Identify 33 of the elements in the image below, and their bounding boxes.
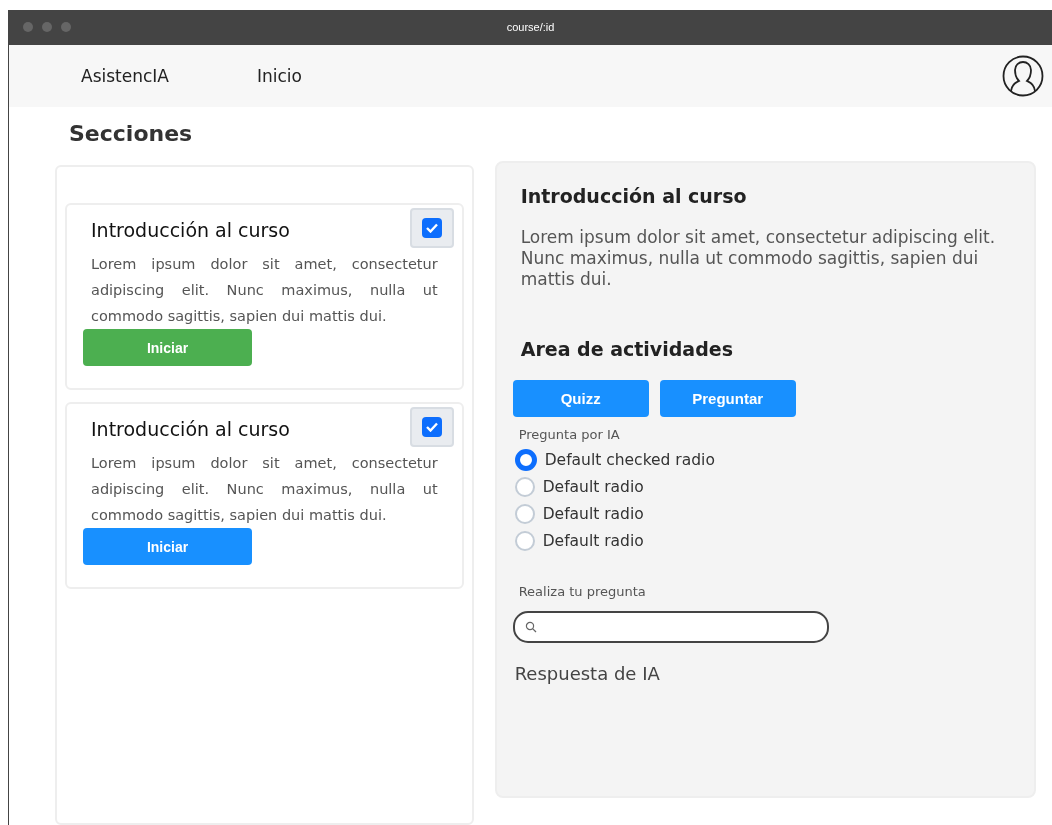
- card-description: Lorem ipsum dolor sit amet, consectetur adipiscing elit. Nunc maximus, nulla ut commodo sagittis, sapien dui mattis dui.: [91, 454, 438, 525]
- radio-label: Default radio: [542, 504, 644, 523]
- nav-link[interactable]: Inicio: [256, 65, 302, 86]
- checkbox-tick[interactable]: [421, 218, 442, 238]
- checkbox-tick[interactable]: [421, 417, 442, 437]
- card-title: Introducción al curso: [91, 219, 290, 241]
- search-icon: [524, 621, 537, 633]
- activity-button[interactable]: Preguntar: [659, 380, 796, 417]
- radio-label: Default checked radio: [544, 450, 715, 469]
- brand-name[interactable]: AsistencIA: [81, 65, 169, 86]
- card-description: Lorem ipsum dolor sit amet, consectetur adipiscing elit. Nunc maximus, nulla ut commodo sagittis, sapien dui mattis dui.: [91, 255, 438, 326]
- radio-group-label: Pregunta por IA: [518, 427, 621, 442]
- radio-label: Default radio: [542, 531, 644, 550]
- user-avatar-icon[interactable]: [1002, 54, 1044, 97]
- answer-heading: Respuesta de IA: [514, 663, 661, 684]
- radio-button[interactable]: [514, 530, 535, 551]
- radio-button[interactable]: [514, 476, 535, 497]
- start-button[interactable]: Iniciar: [83, 329, 252, 366]
- radio-button[interactable]: [514, 503, 535, 524]
- checkbox[interactable]: [409, 407, 454, 447]
- question-field[interactable]: [512, 611, 829, 643]
- activities-heading: Area de actividades: [520, 338, 734, 360]
- section-heading: Secciones: [69, 121, 194, 146]
- course-description: Lorem ipsum dolor sit amet, consectetur adipiscing elit. Nunc maximus, nulla ut commodo sagittis, sapien dui mattis dui.: [520, 227, 997, 290]
- checkbox[interactable]: [409, 208, 454, 248]
- window-title: course/:id: [506, 21, 555, 34]
- activity-button[interactable]: Quizz: [512, 380, 649, 417]
- start-button[interactable]: Iniciar: [83, 528, 252, 565]
- question-label: Realiza tu pregunta: [518, 584, 647, 599]
- radio-button[interactable]: [514, 448, 537, 471]
- radio-label: Default radio: [542, 477, 644, 496]
- card-title: Introducción al curso: [91, 418, 290, 440]
- course-title: Introducción al curso: [520, 185, 748, 207]
